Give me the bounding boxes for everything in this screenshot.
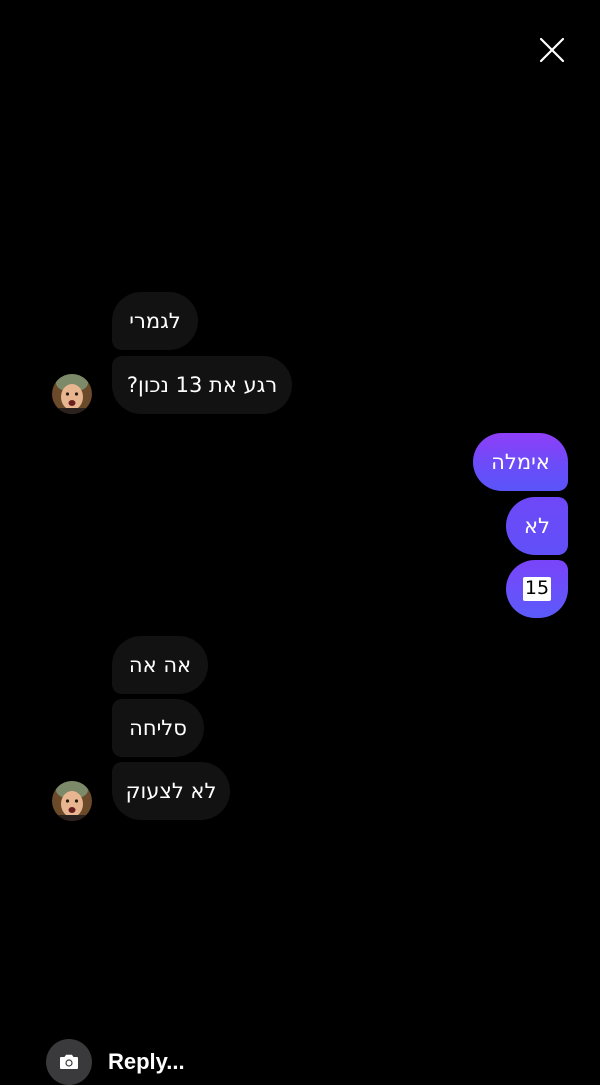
incoming-message[interactable]: לגמרי <box>112 292 198 350</box>
reply-composer: Reply... <box>46 1039 185 1085</box>
avatar-image <box>52 374 92 414</box>
message-text: לגמרי <box>129 308 181 333</box>
incoming-message[interactable]: לא לצעוק <box>112 762 230 820</box>
message-text: אה אה <box>128 652 192 677</box>
message-text: לא <box>524 513 550 538</box>
close-button[interactable] <box>536 34 568 66</box>
keycap-emoji: 15 <box>522 577 552 601</box>
camera-button[interactable] <box>46 1039 92 1085</box>
reply-input[interactable]: Reply... <box>108 1049 185 1075</box>
message-text: רגע את 13 נכון? <box>126 372 278 397</box>
message-text: לא לצעוק <box>125 778 217 803</box>
camera-icon <box>60 1054 78 1069</box>
outgoing-message[interactable]: אימלה <box>473 433 568 491</box>
sender-avatar[interactable] <box>52 781 92 821</box>
message-text: אימלה <box>491 449 550 474</box>
incoming-message[interactable]: רגע את 13 נכון? <box>112 356 292 414</box>
incoming-message[interactable]: סליחה <box>112 699 204 757</box>
outgoing-message[interactable]: 15 <box>506 560 568 618</box>
close-icon <box>539 37 565 63</box>
incoming-message[interactable]: אה אה <box>112 636 208 694</box>
sender-avatar[interactable] <box>52 374 92 414</box>
message-text: סליחה <box>129 715 187 740</box>
avatar-image <box>52 781 92 821</box>
outgoing-message[interactable]: לא <box>506 497 568 555</box>
